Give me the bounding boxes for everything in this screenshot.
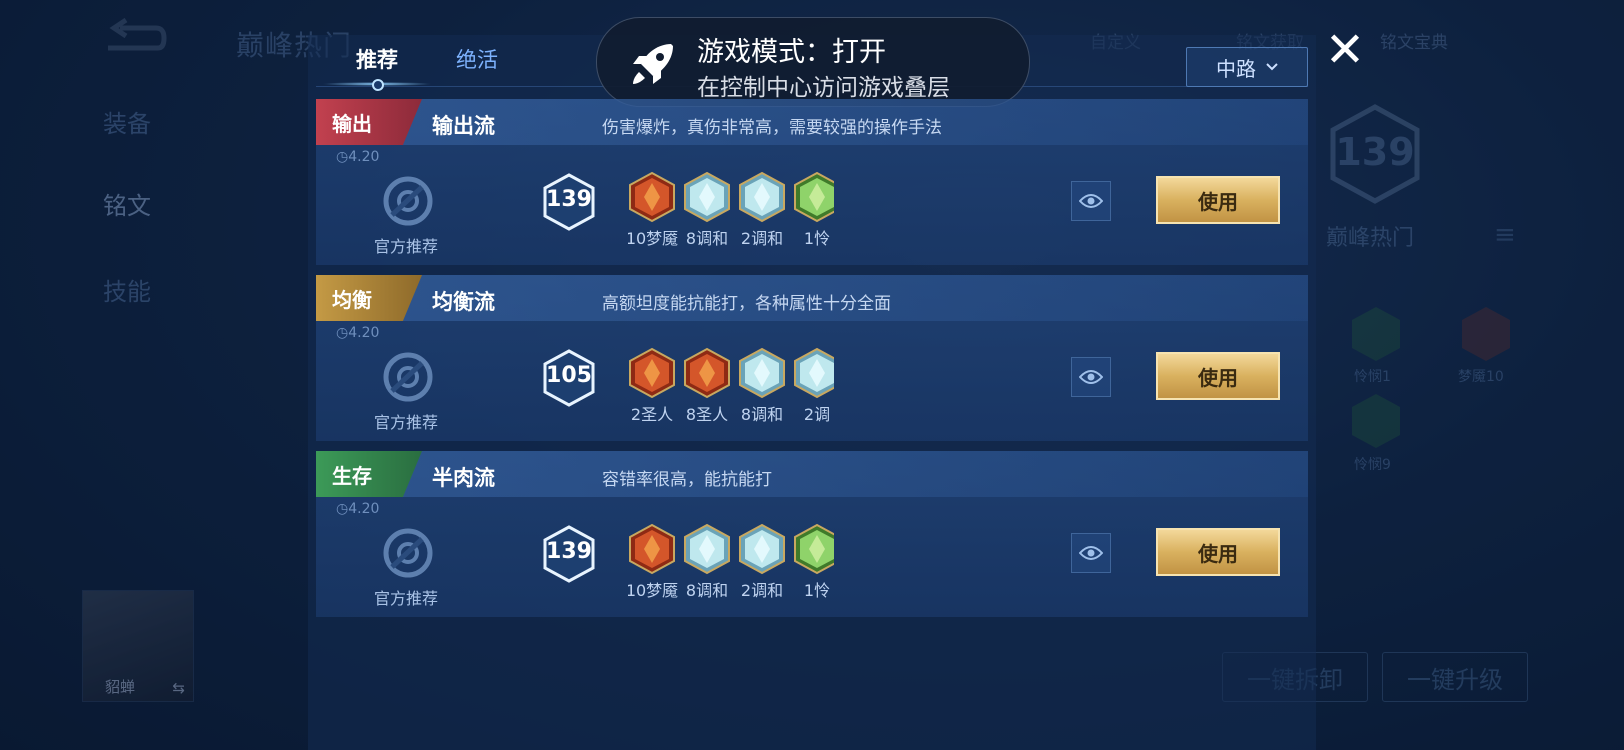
official-recommend-icon xyxy=(383,528,433,578)
card-date-value: 4.20 xyxy=(348,325,380,341)
preview-button[interactable] xyxy=(1071,181,1111,221)
official-recommend-icon xyxy=(383,176,433,226)
gem-label: 2调和 xyxy=(740,581,784,600)
banner-title: 游戏模式：打开 xyxy=(697,37,886,68)
official-recommend-label: 官方推荐 xyxy=(374,589,439,608)
gem-label: 2圣人 xyxy=(630,405,674,424)
inscription-plan-card: 生存 半肉流 容错率很高，能抗能打 ◷4.20 官方推荐 139 10梦魇 8调… xyxy=(316,451,1308,617)
banner-subtitle: 在控制中心访问游戏叠层 xyxy=(697,75,950,101)
card-description: 高额坦度能抗能打，各种属性十分全面 xyxy=(602,294,891,314)
tab-signature[interactable]: 绝活 xyxy=(456,44,498,74)
card-plan-name: 均衡流 xyxy=(432,290,495,314)
inscription-gem-icon xyxy=(629,171,675,223)
card-plan-name: 输出流 xyxy=(432,114,495,138)
use-button[interactable]: 使用 xyxy=(1156,176,1280,224)
inscription-gem-icon xyxy=(684,347,730,399)
card-description: 伤害爆炸，真伤非常高，需要较强的操作手法 xyxy=(602,118,942,138)
gem-label: 2调和 xyxy=(740,229,784,248)
tab-indicator-dot xyxy=(372,79,384,91)
card-plan-name: 半肉流 xyxy=(432,466,495,490)
tab-recommend[interactable]: 推荐 xyxy=(356,44,398,74)
inscription-gem-icon xyxy=(684,523,730,575)
lane-dropdown[interactable]: 中路 xyxy=(1186,47,1308,87)
card-date: ◷4.20 xyxy=(336,325,380,341)
gem-label: 1怜 xyxy=(803,229,831,248)
inscription-plan-card: 均衡 均衡流 高额坦度能抗能打，各种属性十分全面 ◷4.20 官方推荐 105 … xyxy=(316,275,1308,441)
gem-label: 8圣人 xyxy=(685,405,729,424)
inscription-level: 105 xyxy=(546,363,592,388)
inscription-gem-icon xyxy=(794,171,834,223)
inscription-gem-icon xyxy=(629,347,675,399)
inscription-gems-list: 10梦魇 8调和 2调和 1怜 xyxy=(628,171,834,267)
official-recommend-label: 官方推荐 xyxy=(374,413,439,432)
lane-dropdown-value: 中路 xyxy=(1216,56,1256,81)
preview-button[interactable] xyxy=(1071,533,1111,573)
gem-label: 8调和 xyxy=(685,229,729,248)
gem-label: 10梦魇 xyxy=(628,581,679,600)
chevron-down-icon xyxy=(1266,63,1278,71)
gem-label: 1怜 xyxy=(803,581,831,600)
use-button[interactable]: 使用 xyxy=(1156,352,1280,400)
official-recommend-icon xyxy=(383,352,433,402)
inscription-gem-icon xyxy=(739,171,785,223)
inscription-gem-icon xyxy=(739,523,785,575)
card-date-value: 4.20 xyxy=(348,501,380,517)
inscription-gem-icon xyxy=(739,347,785,399)
game-mode-banner: 游戏模式：打开 在控制中心访问游戏叠层 xyxy=(596,17,1030,107)
gem-label: 10梦魇 xyxy=(628,229,679,248)
inscription-level: 139 xyxy=(546,539,592,564)
inscription-level: 139 xyxy=(546,187,592,212)
gem-label: 8调和 xyxy=(740,405,784,424)
card-date: ◷4.20 xyxy=(336,149,380,165)
inscription-gem-icon xyxy=(794,523,834,575)
eye-icon xyxy=(1079,546,1103,560)
card-description: 容错率很高，能抗能打 xyxy=(602,470,772,490)
card-date-value: 4.20 xyxy=(348,149,380,165)
use-button[interactable]: 使用 xyxy=(1156,528,1280,576)
inscription-plan-card: 输出 输出流 伤害爆炸，真伤非常高，需要较强的操作手法 ◷4.20 官方推荐 1… xyxy=(316,99,1308,265)
card-date: ◷4.20 xyxy=(336,501,380,517)
inscription-gem-icon xyxy=(629,523,675,575)
preview-button[interactable] xyxy=(1071,357,1111,397)
close-button[interactable]: ✕ xyxy=(1320,26,1370,76)
gem-label: 2调 xyxy=(803,405,831,424)
gem-label: 8调和 xyxy=(685,581,729,600)
eye-icon xyxy=(1079,370,1103,384)
inscription-gems-list: 2圣人 8圣人 8调和 2调 xyxy=(628,347,834,443)
eye-icon xyxy=(1079,194,1103,208)
inscription-gems-list: 10梦魇 8调和 2调和 1怜 xyxy=(628,523,834,619)
rocket-icon xyxy=(633,44,673,84)
inscription-gem-icon xyxy=(794,347,834,399)
official-recommend-label: 官方推荐 xyxy=(374,237,439,256)
inscription-gem-icon xyxy=(684,171,730,223)
